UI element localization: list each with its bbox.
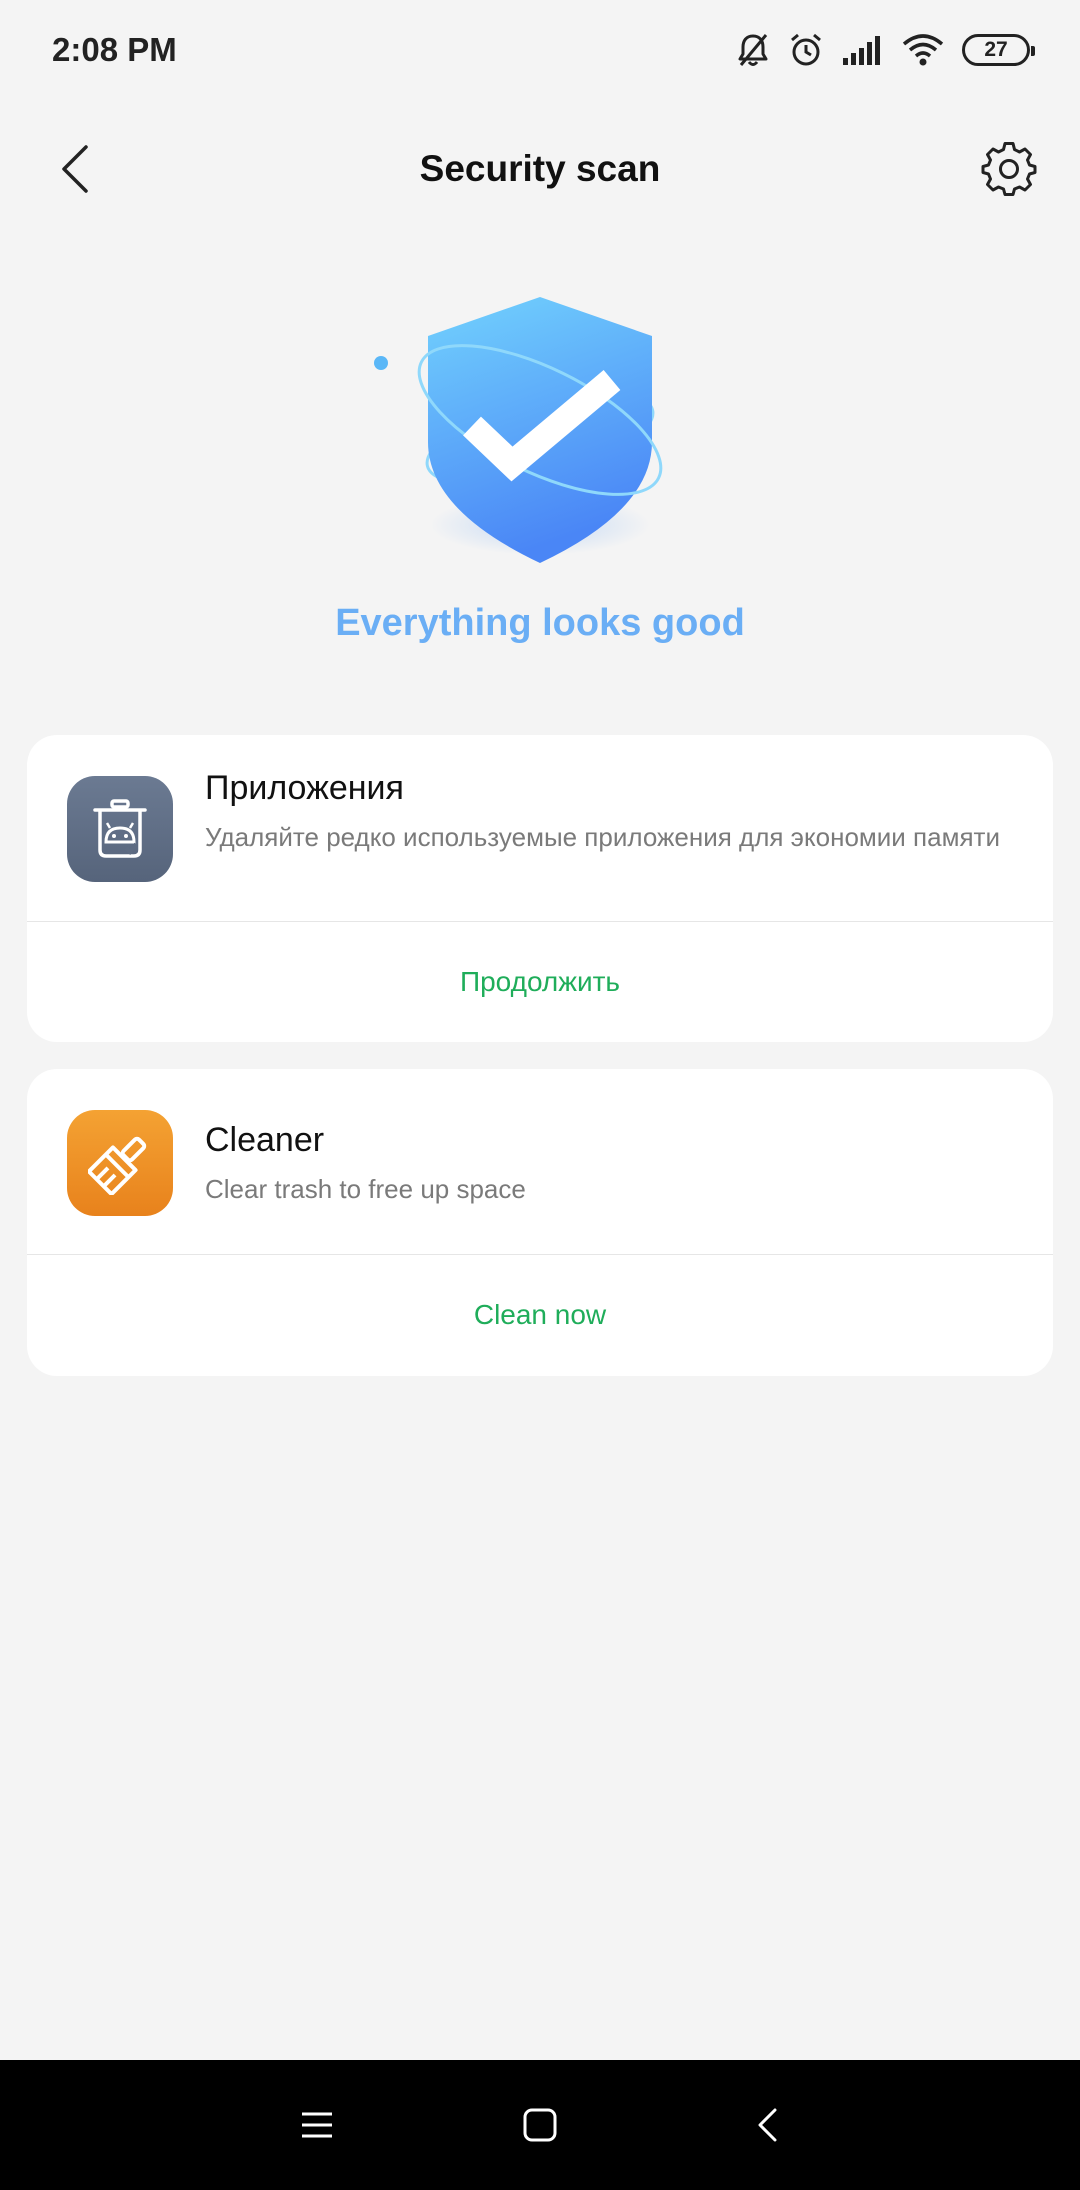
home-icon: [523, 2108, 557, 2142]
settings-button[interactable]: [980, 140, 1038, 198]
navigation-bar: [0, 2060, 1080, 2190]
bell-off-icon: [736, 32, 770, 68]
cleaner-card-info[interactable]: Cleaner Clear trash to free up space: [27, 1069, 1053, 1254]
signal-icon: [842, 34, 884, 66]
continue-button[interactable]: Продолжить: [27, 922, 1053, 1042]
home-button[interactable]: [515, 2100, 565, 2150]
trash-bin-icon: [67, 776, 173, 882]
shield-check-icon: [374, 297, 663, 563]
battery-icon: 27: [962, 34, 1035, 66]
cleaner-card-description: Clear trash to free up space: [205, 1174, 526, 1204]
menu-icon: [302, 2112, 332, 2138]
chevron-left-icon: [62, 145, 88, 193]
clean-now-button[interactable]: Clean now: [27, 1255, 1053, 1375]
apps-card: Приложения Удаляйте редко используемые п…: [27, 735, 1053, 1042]
security-scan-screen: 2:08 PM 27 Security scan Everything look…: [0, 0, 1080, 2190]
apps-card-description: Удаляйте редко используемые приложения д…: [205, 822, 1000, 852]
page-title: Security scan: [419, 148, 661, 189]
recent-apps-button[interactable]: [292, 2100, 342, 2150]
status-bar: 2:08 PM 27: [0, 0, 1080, 100]
wifi-icon: [902, 34, 944, 66]
scan-status-text: Everything looks good: [335, 602, 745, 644]
scan-result: Everything looks good: [0, 280, 1080, 660]
brush-icon: [67, 1110, 173, 1216]
cleaner-card-title: Cleaner: [205, 1121, 325, 1159]
status-icons: 27: [736, 32, 1035, 68]
cleaner-card: Cleaner Clear trash to free up space Cle…: [27, 1069, 1053, 1376]
apps-card-title: Приложения: [205, 769, 404, 807]
alarm-icon: [788, 32, 824, 68]
system-back-button[interactable]: [742, 2100, 792, 2150]
gear-icon: [981, 142, 1037, 196]
header: Security scan: [0, 120, 1080, 218]
status-time: 2:08 PM: [52, 31, 177, 68]
apps-card-info[interactable]: Приложения Удаляйте редко используемые п…: [27, 735, 1053, 921]
back-icon: [758, 2108, 777, 2142]
back-button[interactable]: [50, 144, 100, 194]
